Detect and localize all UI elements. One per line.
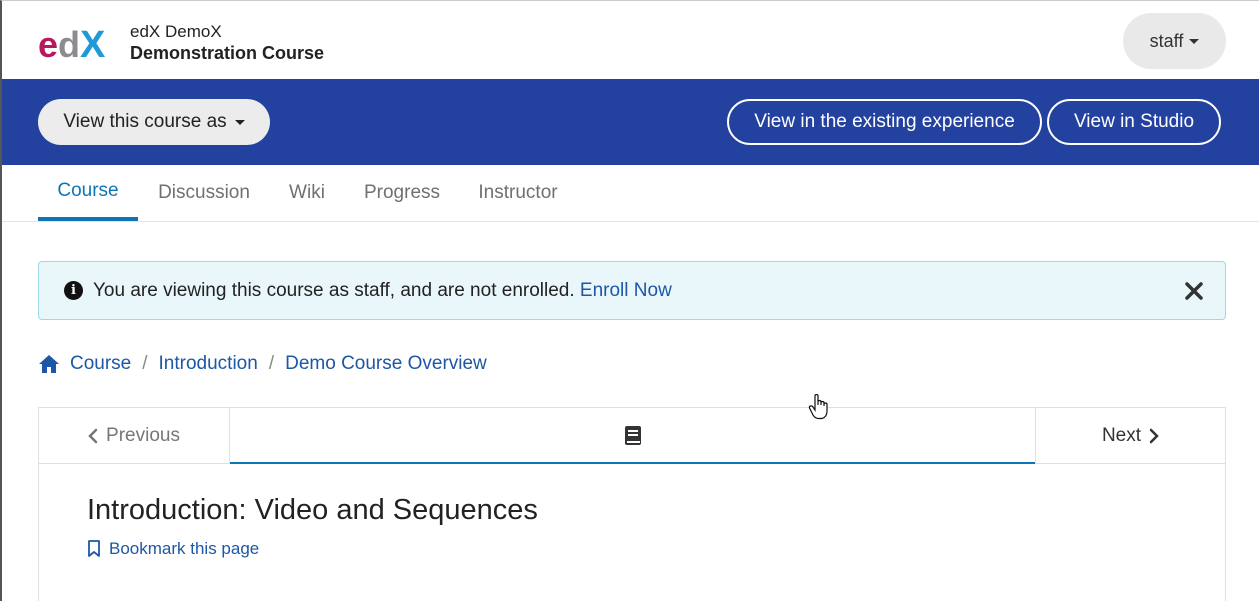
enroll-now-link[interactable]: Enroll Now: [580, 280, 672, 301]
alert-message-text: You are viewing this course as staff, an…: [93, 280, 575, 301]
tab-instructor[interactable]: Instructor: [469, 165, 567, 221]
breadcrumb-separator: /: [268, 353, 275, 374]
close-icon[interactable]: [1182, 279, 1206, 303]
course-title: Demonstration Course: [130, 43, 325, 63]
breadcrumb-course[interactable]: Course: [70, 353, 131, 375]
caret-down-icon: [1189, 38, 1200, 44]
tab-wiki[interactable]: Wiki: [278, 165, 336, 221]
svg-text:e: e: [38, 24, 58, 63]
chevron-right-icon: [1149, 428, 1159, 443]
view-existing-experience-button[interactable]: View in the existing experience: [727, 99, 1042, 145]
bookmark-icon: [88, 540, 100, 557]
course-tabs: Course Discussion Wiki Progress Instruct…: [2, 165, 1259, 222]
info-icon: i: [64, 281, 83, 300]
book-icon: [624, 425, 641, 445]
staff-toolbar: View this course as View in the existing…: [2, 79, 1259, 165]
sequence-container: Previous Next Introduction: Video and Se…: [38, 407, 1226, 601]
bookmark-button[interactable]: Bookmark this page: [87, 539, 259, 559]
user-menu-button[interactable]: staff: [1123, 13, 1226, 69]
view-in-studio-button[interactable]: View in Studio: [1047, 99, 1221, 145]
bookmark-label: Bookmark this page: [109, 539, 260, 558]
caret-down-icon: [234, 119, 245, 125]
unit-tab-current[interactable]: [230, 408, 1035, 464]
breadcrumb-introduction[interactable]: Introduction: [159, 353, 258, 375]
previous-button[interactable]: Previous: [39, 408, 230, 463]
enrollment-alert: i You are viewing this course as staff, …: [38, 261, 1226, 320]
view-as-dropdown[interactable]: View this course as: [38, 99, 270, 145]
tab-discussion[interactable]: Discussion: [148, 165, 260, 221]
svg-text:d: d: [58, 24, 80, 63]
home-icon[interactable]: [38, 354, 60, 374]
tab-course[interactable]: Course: [38, 165, 138, 221]
breadcrumb-demo-course-overview[interactable]: Demo Course Overview: [285, 353, 487, 375]
unit-title: Introduction: Video and Sequences: [87, 494, 538, 526]
breadcrumb: Course / Introduction / Demo Course Over…: [38, 352, 487, 376]
tab-progress[interactable]: Progress: [355, 165, 449, 221]
hand-cursor-icon: [808, 394, 828, 420]
next-label: Next: [1101, 424, 1142, 446]
svg-text:X: X: [80, 24, 106, 63]
edx-logo[interactable]: e d X: [38, 23, 114, 63]
view-as-label: View this course as: [63, 111, 227, 132]
sequence-navigation: Previous Next: [39, 408, 1225, 464]
next-button[interactable]: Next: [1035, 408, 1225, 463]
user-menu-label: staff: [1149, 30, 1184, 51]
site-header: e d X edX DemoX Demonstration Course sta…: [2, 1, 1259, 79]
breadcrumb-separator: /: [142, 353, 148, 374]
alert-message: You are viewing this course as staff, an…: [93, 280, 672, 302]
course-org: edX DemoX: [130, 22, 222, 41]
previous-label: Previous: [106, 424, 180, 446]
chevron-left-icon: [88, 428, 98, 443]
